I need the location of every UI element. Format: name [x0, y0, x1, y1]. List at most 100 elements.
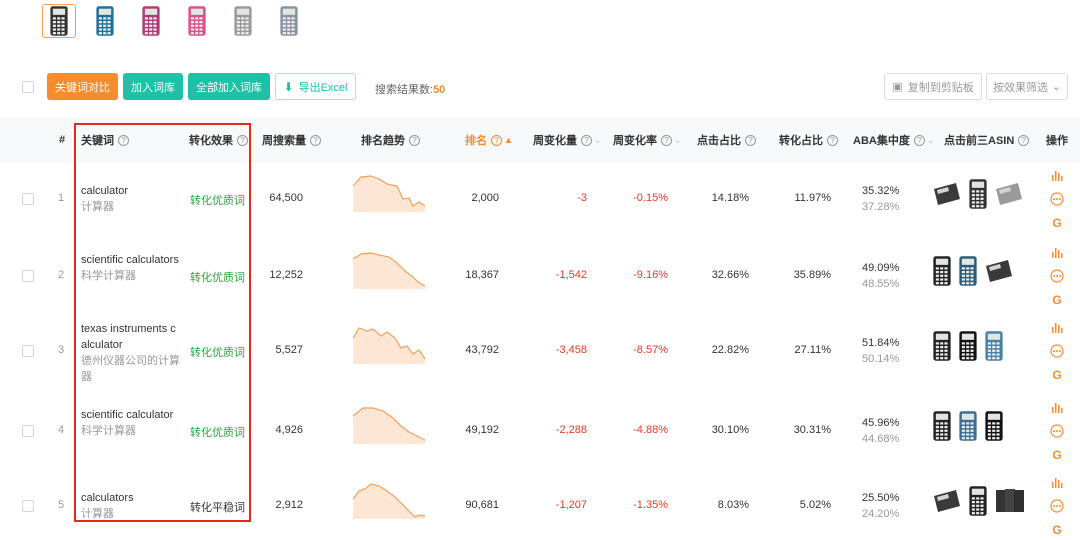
aba-previous: 37.28%	[862, 201, 900, 213]
header-weekly-rate[interactable]: 周变化率? ⌄	[613, 117, 682, 163]
row-index: 1	[58, 192, 65, 204]
asin-product-image[interactable]	[958, 330, 984, 365]
product-thumbnail[interactable]	[226, 4, 260, 38]
more-icon[interactable]	[1050, 423, 1064, 439]
asin-product-image[interactable]	[932, 410, 958, 445]
export-excel-button[interactable]: ⬇ 导出Excel	[275, 73, 356, 100]
download-icon: ⬇	[283, 79, 294, 94]
header-click-share[interactable]: 点击占比?	[697, 117, 756, 163]
help-icon[interactable]: ?	[581, 134, 592, 146]
rank-trend-sparkline[interactable]	[353, 406, 425, 444]
bar-chart-icon[interactable]	[1050, 167, 1064, 183]
copy-to-clipboard-button[interactable]: ▣ 复制到剪贴板	[884, 73, 982, 100]
more-icon[interactable]	[1050, 268, 1064, 284]
help-icon[interactable]: ?	[491, 134, 502, 146]
google-icon[interactable]: G	[1050, 292, 1064, 308]
row-index: 5	[58, 499, 65, 511]
asin-product-image[interactable]	[994, 486, 1032, 519]
aba-previous: 48.55%	[862, 278, 900, 290]
google-icon[interactable]: G	[1050, 522, 1064, 538]
google-icon[interactable]: G	[1050, 367, 1064, 383]
help-icon[interactable]: ?	[409, 134, 420, 146]
product-thumbnail-strip	[42, 4, 318, 42]
product-thumbnail[interactable]	[88, 4, 122, 38]
rank-trend-sparkline[interactable]	[353, 481, 425, 519]
help-icon[interactable]: ?	[827, 134, 838, 146]
help-icon[interactable]: ?	[745, 134, 756, 146]
top-asin-images	[932, 330, 1010, 365]
click-share-value: 8.03%	[717, 499, 749, 511]
click-share-value: 32.66%	[711, 269, 749, 281]
product-thumbnail[interactable]	[272, 4, 306, 38]
header-volume[interactable]: 周搜索量?	[262, 117, 321, 163]
keyword-compare-button[interactable]: 关键词对比	[47, 73, 118, 100]
top-asin-images	[932, 485, 1032, 520]
rank-value: 2,000	[471, 192, 499, 204]
asin-product-image[interactable]	[994, 181, 1030, 210]
sort-icon[interactable]: ⌄	[927, 135, 935, 146]
google-icon[interactable]: G	[1050, 215, 1064, 231]
product-thumbnail[interactable]	[42, 4, 76, 38]
asin-product-image[interactable]	[984, 258, 1020, 287]
sort-icon[interactable]: ⌄	[594, 135, 602, 146]
asin-product-image[interactable]	[932, 488, 968, 517]
asin-product-image[interactable]	[968, 485, 994, 520]
row-checkbox[interactable]	[22, 345, 34, 357]
add-to-library-button[interactable]: 加入词库	[123, 73, 183, 100]
aba-previous: 44.68%	[862, 433, 900, 445]
effect-filter-select[interactable]: 按效果筛选 ⌄	[986, 73, 1068, 100]
bar-chart-icon[interactable]	[1050, 399, 1064, 415]
bar-chart-icon[interactable]	[1050, 474, 1064, 490]
asin-product-image[interactable]	[984, 330, 1010, 365]
help-icon[interactable]: ?	[1018, 134, 1030, 146]
product-thumbnail[interactable]	[134, 4, 168, 38]
header-aba[interactable]: ABA集中度? ⌄	[853, 117, 934, 163]
row-actions: G	[1050, 244, 1064, 316]
header-top-asin[interactable]: 点击前三ASIN?	[944, 117, 1030, 163]
help-icon[interactable]: ?	[310, 134, 321, 146]
rank-value: 18,367	[465, 269, 499, 281]
more-icon[interactable]	[1050, 343, 1064, 359]
row-checkbox[interactable]	[22, 500, 34, 512]
weekly-change-value: -3,458	[555, 344, 587, 356]
select-all-checkbox[interactable]	[22, 81, 34, 93]
header-rank[interactable]: 排名? ▲	[465, 117, 513, 163]
sort-up-icon[interactable]: ▲	[504, 135, 513, 145]
row-checkbox[interactable]	[22, 193, 34, 205]
asin-product-image[interactable]	[984, 410, 1010, 445]
more-icon[interactable]	[1050, 498, 1064, 514]
weekly-rate-value: -4.88%	[633, 424, 668, 436]
google-icon[interactable]: G	[1050, 447, 1064, 463]
header-conversion-share[interactable]: 转化占比?	[779, 117, 838, 163]
bar-chart-icon[interactable]	[1050, 319, 1064, 335]
row-checkbox[interactable]	[22, 425, 34, 437]
help-icon[interactable]: ?	[661, 134, 672, 146]
asin-product-image[interactable]	[932, 181, 968, 210]
header-trend[interactable]: 排名趋势?	[361, 117, 420, 163]
weekly-change-value: -2,288	[555, 424, 587, 436]
asin-product-image[interactable]	[932, 255, 958, 290]
rank-trend-sparkline[interactable]	[353, 251, 425, 289]
row-index: 2	[58, 269, 65, 281]
rank-trend-sparkline[interactable]	[353, 326, 425, 364]
rank-value: 90,681	[465, 499, 499, 511]
row-checkbox[interactable]	[22, 270, 34, 282]
aba-concentration: 49.09% 48.55%	[862, 262, 899, 290]
result-count-label: 搜索结果数:	[375, 84, 434, 96]
more-icon[interactable]	[1050, 191, 1064, 207]
add-all-to-library-button[interactable]: 全部加入词库	[188, 73, 270, 100]
asin-product-image[interactable]	[958, 255, 984, 290]
sort-icon[interactable]: ⌄	[674, 135, 682, 146]
product-thumbnail[interactable]	[180, 4, 214, 38]
conversion-share-value: 30.31%	[793, 424, 831, 436]
bar-chart-icon[interactable]	[1050, 244, 1064, 260]
weekly-rate-value: -9.16%	[633, 269, 668, 281]
asin-product-image[interactable]	[968, 178, 994, 213]
weekly-rate-value: -0.15%	[633, 192, 668, 204]
asin-product-image[interactable]	[958, 410, 984, 445]
header-weekly-change[interactable]: 周变化量? ⌄	[533, 117, 602, 163]
asin-product-image[interactable]	[932, 330, 958, 365]
help-icon[interactable]: ?	[913, 134, 925, 146]
toolbar: 关键词对比 加入词库 全部加入词库 ⬇ 导出Excel 搜索结果数:50 ▣ 复…	[0, 72, 1080, 102]
rank-trend-sparkline[interactable]	[353, 174, 425, 212]
